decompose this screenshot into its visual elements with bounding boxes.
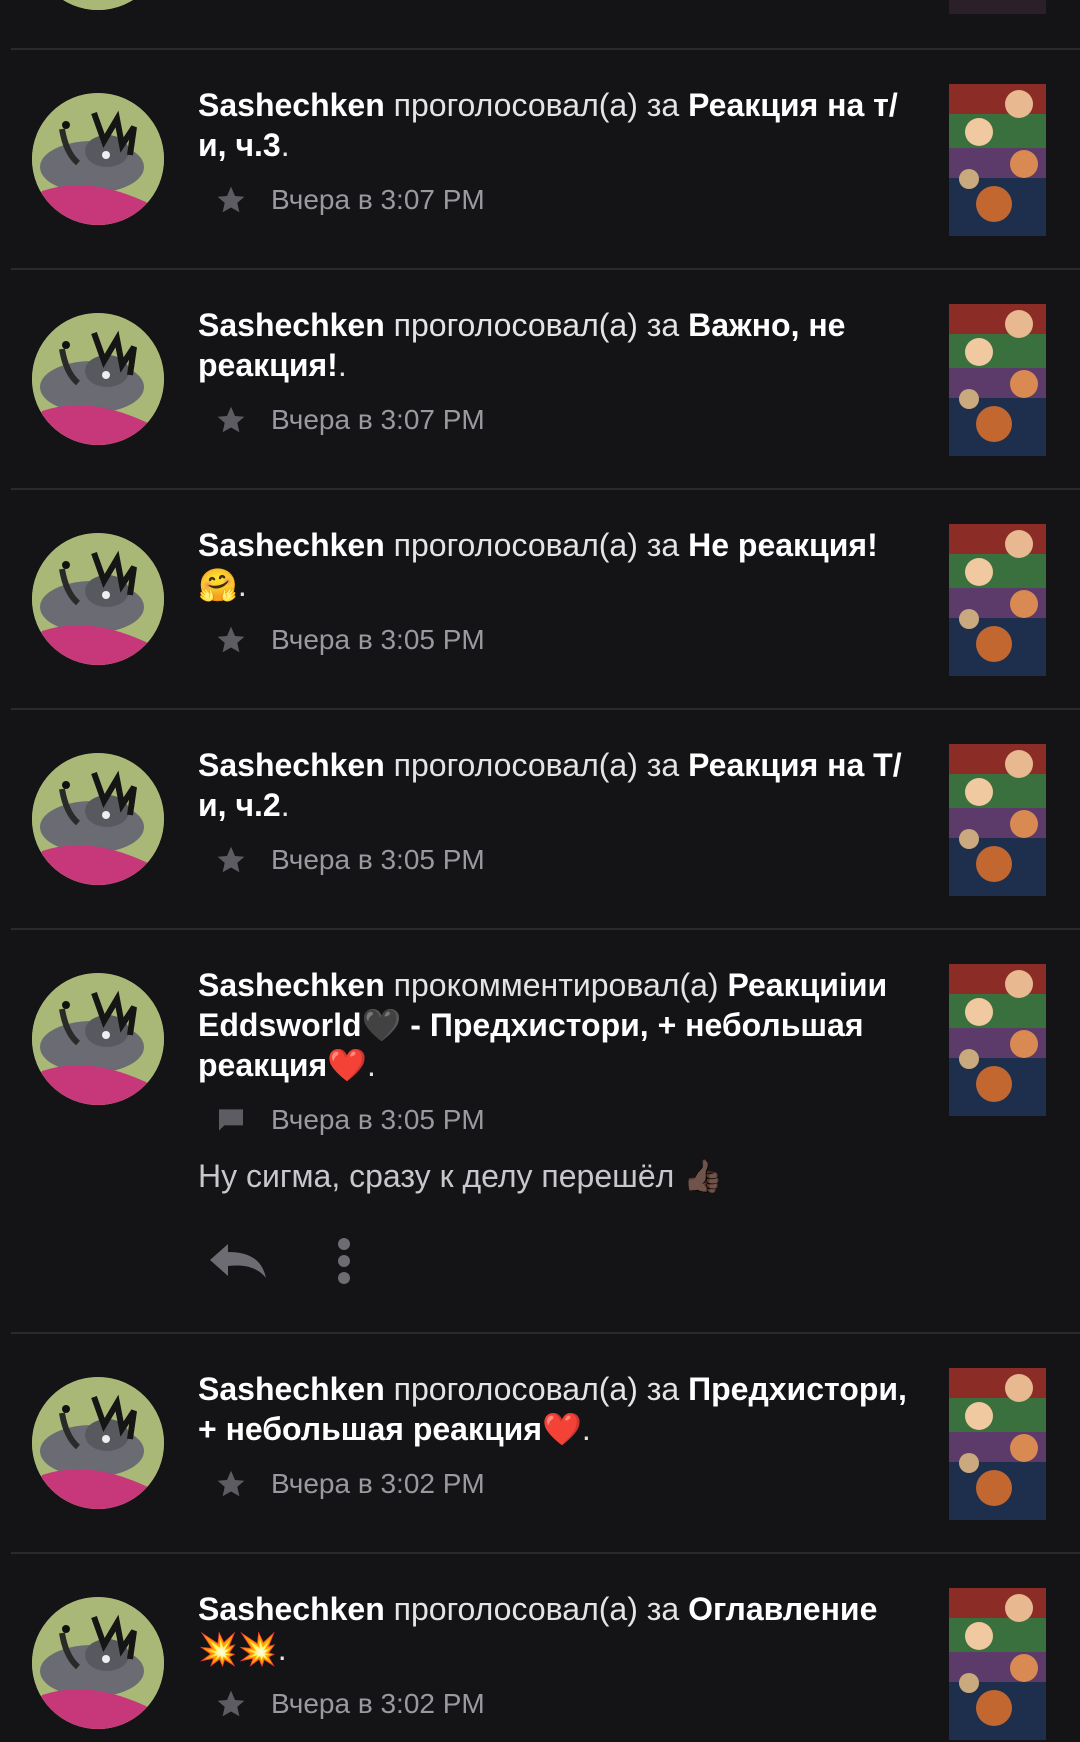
action-text: проголосовал(а) за: [384, 87, 689, 123]
timestamp: Вчера в 3:07 PM: [271, 184, 485, 215]
avatar[interactable]: [32, 93, 164, 225]
feed-item-text: Sashechken проголосовал(а) за Реакция на…: [198, 745, 920, 825]
divider: [11, 708, 1080, 710]
username-link[interactable]: Sashechken: [198, 527, 385, 563]
star-icon: [215, 184, 247, 216]
feed-item-text: Sashechken проголосовал(а) за Не реакция…: [198, 525, 920, 605]
punctuation: .: [581, 1411, 591, 1447]
action-text: проголосовал(а) за: [384, 1591, 689, 1627]
action-text: проголосовал(а) за: [384, 1371, 689, 1407]
comment-text: Ну сигма, сразу к делу перешёл 👍🏿: [198, 1158, 724, 1194]
feed-item-text: Sashechken проголосовал(а) за Оглавление…: [198, 1589, 920, 1669]
feed-item-text: Sashechken проголосовал(а) за Предхистор…: [198, 1369, 920, 1449]
story-cover-thumbnail[interactable]: [949, 1588, 1046, 1740]
star-icon: [215, 624, 247, 656]
star-icon: [215, 1468, 247, 1500]
divider: [11, 928, 1080, 930]
avatar[interactable]: [32, 313, 164, 445]
story-cover-thumbnail[interactable]: [949, 964, 1046, 1116]
punctuation: .: [280, 127, 290, 163]
story-cover-thumbnail[interactable]: [949, 84, 1046, 236]
punctuation: .: [280, 787, 290, 823]
punctuation: .: [277, 1631, 287, 1667]
avatar[interactable]: [32, 0, 164, 10]
story-cover-thumbnail[interactable]: [949, 1368, 1046, 1520]
timestamp-row: Вчера в 3:07 PM: [215, 400, 485, 440]
timestamp-row: Вчера в 3:05 PM: [215, 840, 485, 880]
more-options-button[interactable]: [334, 1236, 354, 1286]
star-icon: [215, 844, 247, 876]
username-link[interactable]: Sashechken: [198, 87, 385, 123]
story-cover-thumbnail[interactable]: [949, 744, 1046, 896]
timestamp-row: Вчера в 3:02 PM: [215, 1464, 485, 1504]
timestamp: Вчера в 3:05 PM: [271, 844, 485, 875]
avatar[interactable]: [32, 533, 164, 665]
avatar[interactable]: [32, 753, 164, 885]
divider: [11, 48, 1080, 50]
feed-item-text: Sashechken проголосовал(а) за Важно, не …: [198, 305, 920, 385]
star-icon: [215, 1688, 247, 1720]
feed-item-text: Sashechken проголосовал(а) за Реакция на…: [198, 85, 920, 165]
timestamp: Вчера в 3:02 PM: [271, 1688, 485, 1719]
punctuation: .: [337, 347, 347, 383]
story-cover-thumbnail[interactable]: [949, 304, 1046, 456]
username-link[interactable]: Sashechken: [198, 747, 385, 783]
divider: [11, 268, 1080, 270]
divider: [11, 1332, 1080, 1334]
username-link[interactable]: Sashechken: [198, 1371, 385, 1407]
punctuation: .: [237, 567, 247, 603]
avatar[interactable]: [32, 973, 164, 1105]
action-text: проголосовал(а) за: [384, 747, 689, 783]
timestamp: Вчера в 3:05 PM: [271, 624, 485, 655]
timestamp: Вчера в 3:07 PM: [271, 404, 485, 435]
action-text: прокомментировал(а): [384, 967, 728, 1003]
divider: [11, 488, 1080, 490]
timestamp: Вчера в 3:02 PM: [271, 1468, 485, 1499]
feed-item-text: Sashechken прокомментировал(а) Реакциiии…: [198, 965, 920, 1085]
more-vertical-icon: [338, 1238, 350, 1284]
timestamp-row: Вчера в 3:02 PM: [215, 1684, 485, 1724]
username-link[interactable]: Sashechken: [198, 967, 385, 1003]
divider: [11, 1552, 1080, 1554]
avatar[interactable]: [32, 1377, 164, 1509]
story-cover-thumbnail[interactable]: [949, 0, 1046, 14]
punctuation: .: [367, 1047, 376, 1083]
action-text: проголосовал(а) за: [384, 307, 689, 343]
timestamp-row: Вчера в 3:05 PM: [215, 620, 485, 660]
story-cover-thumbnail[interactable]: [949, 524, 1046, 676]
timestamp-row: Вчера в 3:05 PM: [215, 1100, 485, 1140]
avatar[interactable]: [32, 1597, 164, 1729]
timestamp: Вчера в 3:05 PM: [271, 1104, 485, 1135]
action-text: проголосовал(а) за: [384, 527, 689, 563]
comment-icon: [215, 1104, 247, 1136]
timestamp-row: Вчера в 3:07 PM: [215, 180, 485, 220]
username-link[interactable]: Sashechken: [198, 307, 385, 343]
username-link[interactable]: Sashechken: [198, 1591, 385, 1627]
star-icon: [215, 404, 247, 436]
activity-feed: Sashechken проголосовал(а) за Реакция на…: [0, 0, 1080, 1742]
reply-icon: [210, 1244, 266, 1278]
reply-button[interactable]: [206, 1238, 270, 1282]
